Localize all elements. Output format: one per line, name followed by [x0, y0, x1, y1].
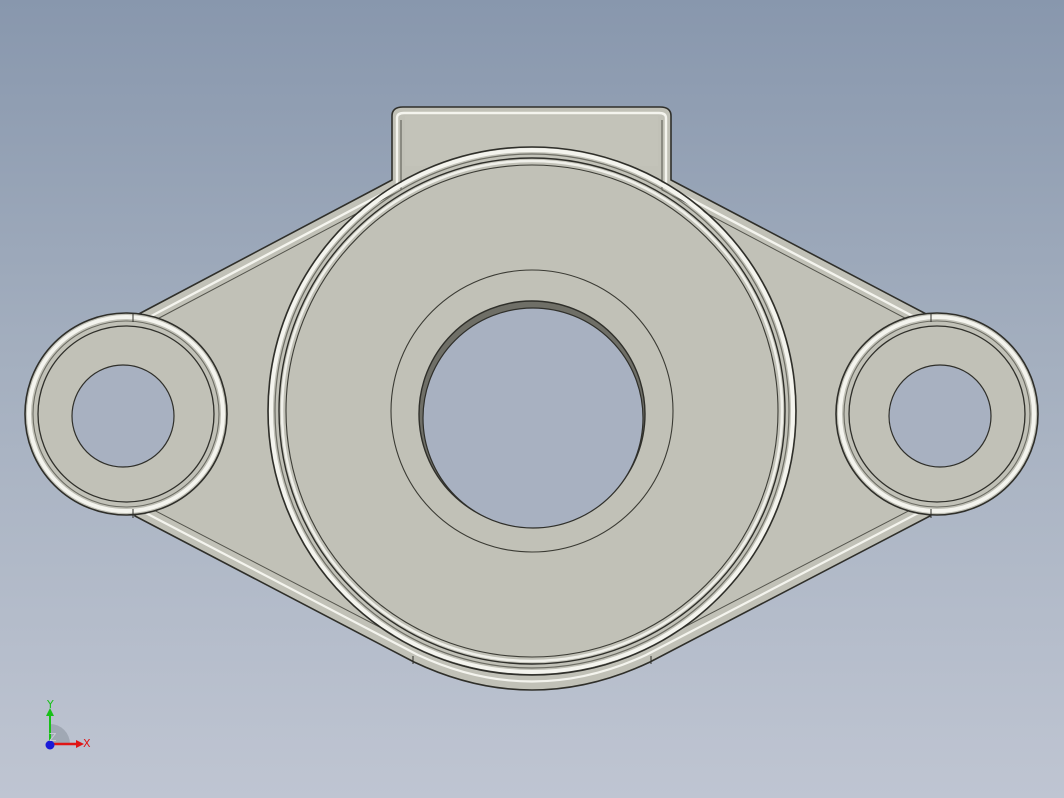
- left-mounting-hole[interactable]: [71, 364, 175, 468]
- z-axis-label: Z: [49, 731, 57, 744]
- graphics-viewport[interactable]: Y X Z: [0, 0, 1064, 798]
- flange-bearing-housing-model[interactable]: [0, 0, 1064, 798]
- y-axis-label: Y: [46, 698, 54, 711]
- reference-triad: Y X Z: [45, 698, 91, 750]
- x-axis-label: X: [83, 737, 91, 750]
- right-mounting-hole[interactable]: [888, 364, 992, 468]
- center-bore[interactable]: [418, 300, 646, 529]
